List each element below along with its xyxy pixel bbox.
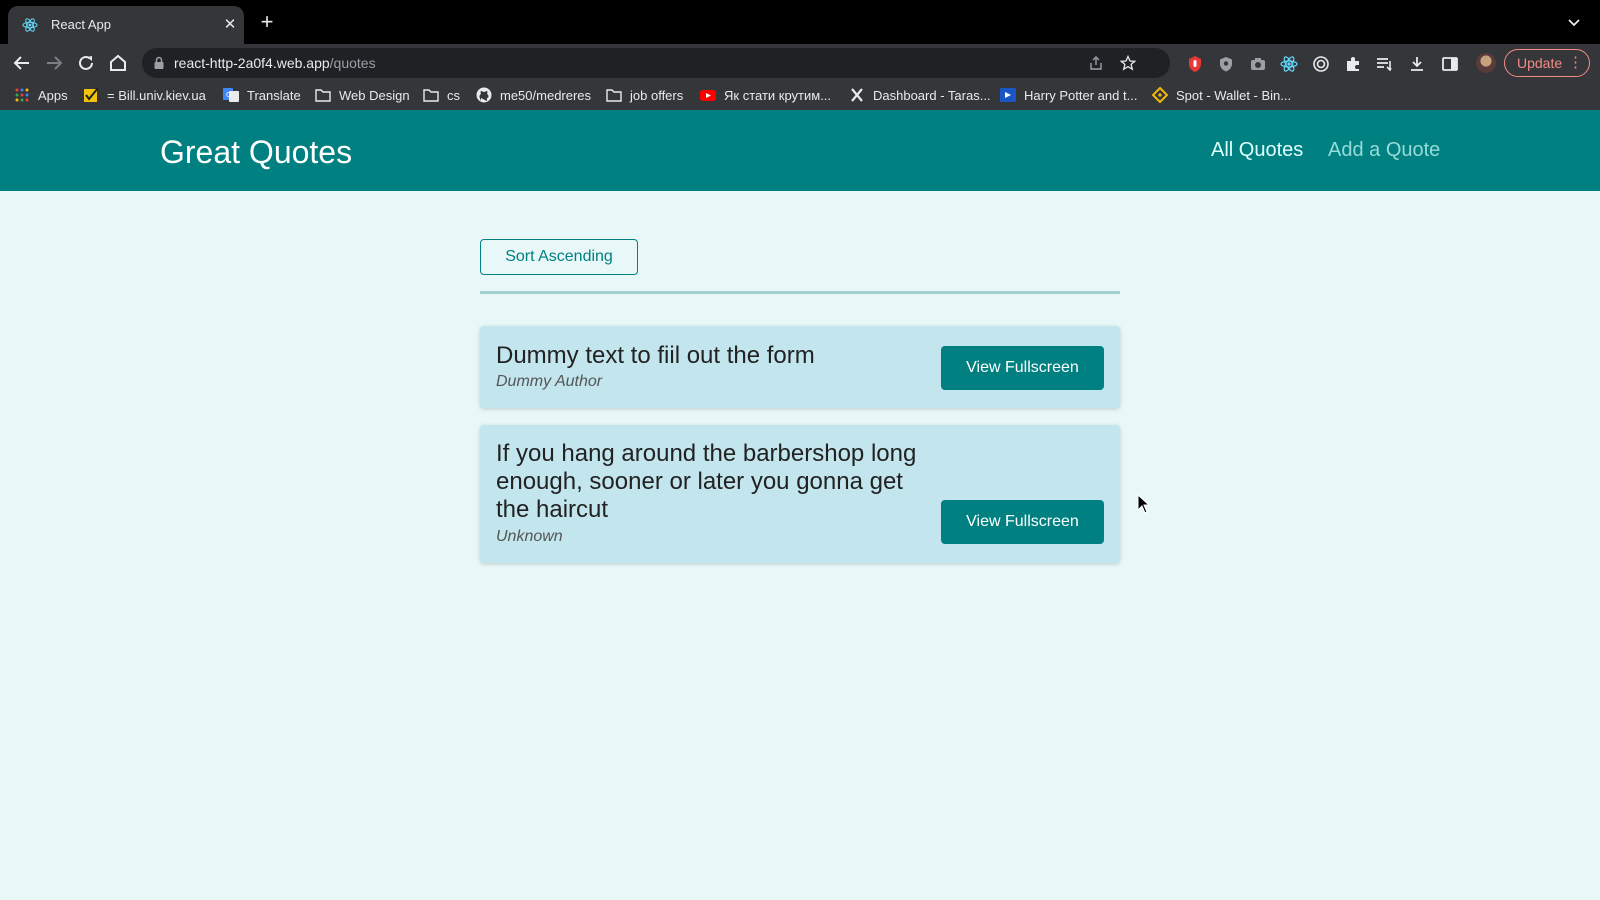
bookmark-label: = Bill.univ.kiev.ua [107,88,206,103]
bookmark-job-offers[interactable]: job offers [606,87,683,105]
folder-icon [606,87,622,103]
x-icon [849,87,865,103]
bookmark-label: cs [447,88,460,103]
bookmark-label: me50/medreres [500,88,592,103]
bookmark-label: Dashboard - Taras... [873,88,991,103]
video-icon [1000,87,1016,103]
home-icon[interactable] [105,50,131,76]
browser-tab[interactable]: React App ✕ [8,6,244,44]
react-icon [22,17,38,33]
bookmark-web-design[interactable]: Web Design [315,87,410,105]
bookmark-label: Translate [247,88,301,103]
bookmark-youtube[interactable]: Як стати крутим... [700,87,831,105]
url-text: react-http-2a0f4.web.app/quotes [174,55,376,71]
checkbox-icon [83,87,99,103]
puzzle-extensions-icon[interactable] [1344,55,1362,73]
quote-card: If you hang around the barbershop long e… [480,425,1120,563]
bookmark-harry-potter[interactable]: Harry Potter and t... [1000,87,1137,105]
reading-list-icon[interactable] [1375,55,1393,73]
bookmark-bill[interactable]: = Bill.univ.kiev.ua [83,87,206,105]
app-header: Great Quotes All Quotes Add a Quote [0,110,1600,191]
page-content: Great Quotes All Quotes Add a Quote Sort… [0,110,1600,900]
profile-avatar[interactable] [1476,53,1496,73]
url-path: /quotes [329,55,376,71]
bookmark-cs[interactable]: cs [423,87,460,105]
binance-icon [1151,86,1169,104]
reload-icon[interactable] [73,50,99,76]
view-fullscreen-button[interactable]: View Fullscreen [941,500,1104,544]
more-vert-icon[interactable]: ⋮ [1568,50,1583,76]
forward-arrow-icon[interactable] [41,50,67,76]
tab-strip: React App ✕ + [0,0,1600,44]
bookmark-label: job offers [630,88,684,103]
folder-icon [423,87,439,103]
apps-grid-icon [14,87,30,103]
bookmark-translate[interactable]: G Translate [223,87,301,105]
bookmark-github[interactable]: me50/medreres [476,87,591,105]
address-bar[interactable]: react-http-2a0f4.web.app/quotes [142,48,1170,78]
quote-card: Dummy text to fiil out the form Dummy Au… [480,326,1120,408]
star-icon[interactable] [1119,54,1137,71]
shield-extension-icon[interactable] [1217,55,1235,73]
nav-all-quotes[interactable]: All Quotes [1211,139,1303,162]
close-icon[interactable]: ✕ [220,15,240,35]
quote-author: Unknown [496,528,563,545]
bookmark-dashboard[interactable]: Dashboard - Taras... [849,87,991,105]
bookmark-label: Spot - Wallet - Bin... [1176,88,1292,103]
update-button[interactable]: Update ⋮ [1504,49,1590,77]
bookmark-apps[interactable]: Apps [14,87,68,105]
target-extension-icon[interactable] [1312,55,1330,73]
bookmark-label: Harry Potter and t... [1024,88,1138,103]
google-translate-icon: G [223,87,239,103]
sort-button[interactable]: Sort Ascending [480,239,638,275]
quote-text: If you hang around the barbershop long e… [496,440,917,523]
lock-icon[interactable] [152,56,166,70]
divider [480,291,1120,294]
bookmark-label: Apps [38,88,68,103]
quote-author: Dummy Author [496,373,603,390]
url-host: react-http-2a0f4.web.app [174,55,330,71]
back-arrow-icon[interactable] [9,50,35,76]
side-panel-icon[interactable] [1441,55,1459,73]
bookmark-label: Як стати крутим... [724,88,832,103]
youtube-icon [700,87,716,103]
folder-icon [315,87,331,103]
react-devtools-icon[interactable] [1280,55,1298,73]
adblock-extension-icon[interactable] [1186,55,1204,73]
nav-add-quote[interactable]: Add a Quote [1328,139,1440,162]
share-icon[interactable] [1088,55,1104,71]
camera-extension-icon[interactable] [1249,55,1267,73]
tab-title: React App [51,17,111,32]
bookmark-label: Web Design [339,88,410,103]
github-icon [476,87,492,103]
svg-text:G: G [226,91,231,99]
new-tab-button[interactable]: + [256,11,278,34]
download-icon[interactable] [1408,55,1426,73]
update-label: Update [1517,55,1563,71]
browser-toolbar: react-http-2a0f4.web.app/quotes Update ⋮ [0,44,1600,82]
app-logo: Great Quotes [160,134,353,170]
view-fullscreen-button[interactable]: View Fullscreen [941,346,1104,390]
bookmarks-bar: Apps = Bill.univ.kiev.ua G Translate Web… [0,82,1600,110]
mouse-cursor-icon [1137,493,1151,514]
bookmark-binance[interactable]: Spot - Wallet - Bin... [1151,86,1292,105]
quote-text: Dummy text to fiil out the form [496,342,815,369]
chevron-down-icon[interactable] [1566,14,1582,30]
